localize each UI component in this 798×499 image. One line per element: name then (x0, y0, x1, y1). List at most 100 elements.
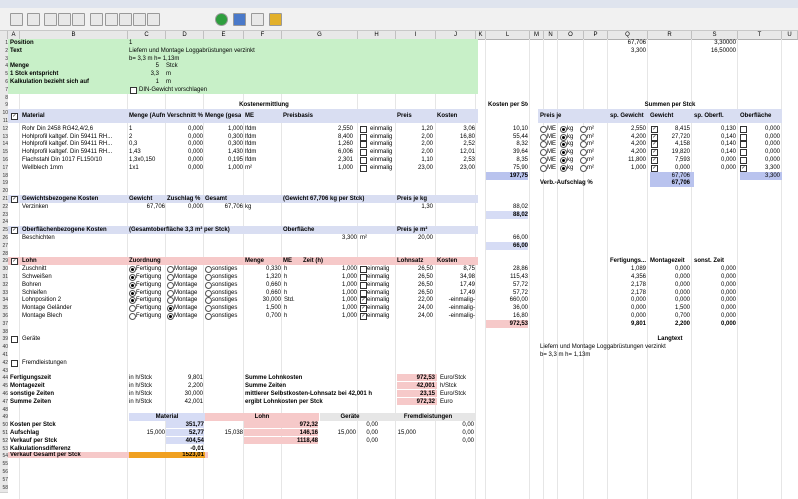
toolbar (0, 8, 798, 31)
kosten-per-stck-value: 10,10 (512, 125, 528, 132)
cut-icon[interactable] (44, 13, 57, 26)
column-header-T[interactable]: T (738, 31, 782, 40)
save-icon[interactable] (105, 13, 118, 26)
gewicht-checkbox[interactable]: ✓ (651, 125, 658, 133)
sonstiges-radio[interactable] (205, 266, 212, 274)
einmalig-checkbox[interactable] (360, 164, 367, 172)
gewicht-section-checkbox[interactable]: ✓ (11, 196, 18, 203)
summary-col-header: Lohn (254, 414, 270, 421)
fertigung-radio[interactable] (129, 297, 136, 305)
me-radio[interactable] (540, 141, 547, 149)
sonstiges-radio[interactable] (205, 274, 212, 281)
undo-icon[interactable] (72, 13, 85, 26)
kg-option-label: kg (567, 157, 574, 163)
me-radio[interactable] (540, 133, 547, 141)
fertigung-radio[interactable] (129, 266, 136, 274)
m2-radio[interactable] (580, 125, 587, 133)
material-cell: Flachstahl Din 1017 FL150/10 (22, 157, 103, 163)
gewicht-checkbox[interactable]: ✓ (651, 149, 658, 157)
montage-radio[interactable] (167, 281, 174, 289)
geraete-checkbox[interactable] (11, 336, 18, 344)
fertigung-label: Fertigung (136, 274, 162, 280)
column-header-U[interactable]: U (782, 31, 798, 40)
kg-radio[interactable] (560, 133, 567, 141)
montage-radio[interactable] (167, 313, 174, 320)
montage-radio[interactable] (167, 266, 174, 274)
m2-radio[interactable] (580, 141, 587, 149)
me-radio[interactable] (540, 149, 547, 157)
einmalig-checkbox[interactable]: ✓ (360, 313, 367, 320)
column-header-O[interactable]: O (558, 31, 584, 40)
fertigung-radio[interactable] (129, 289, 136, 297)
sonstiges-radio[interactable] (205, 281, 212, 289)
lohn-header: Lohn (22, 258, 37, 265)
gewicht-checkbox[interactable]: ✓ (651, 133, 658, 141)
lohn-section-checkbox[interactable]: ✓ (11, 258, 18, 266)
row-header[interactable]: 58 (0, 483, 8, 493)
einmalig-checkbox[interactable] (360, 289, 367, 297)
einmalig-checkbox[interactable] (360, 133, 367, 141)
paste-icon[interactable] (58, 13, 71, 26)
me-radio[interactable] (540, 157, 547, 164)
einmalig-checkbox[interactable] (360, 157, 367, 164)
format-icon[interactable] (147, 13, 160, 26)
gewicht-checkbox[interactable]: ✓ (651, 157, 658, 164)
montage-radio[interactable] (167, 289, 174, 297)
kg-radio[interactable] (560, 141, 567, 149)
column-header-P[interactable]: P (584, 31, 608, 40)
gewicht-cell: kg (245, 203, 252, 210)
oberfl-section-checkbox[interactable]: ✓ (11, 227, 18, 235)
column-header-R[interactable]: R (648, 31, 692, 40)
fertigung-radio[interactable] (129, 305, 136, 313)
montage-radio[interactable] (167, 305, 174, 313)
fertigung-radio[interactable] (129, 274, 136, 281)
fertigung-radio[interactable] (129, 313, 136, 320)
me-radio[interactable] (540, 164, 547, 172)
redo-icon[interactable] (90, 13, 103, 26)
einmalig-checkbox[interactable] (360, 125, 367, 133)
gewicht-checkbox[interactable]: ✓ (651, 141, 658, 149)
kg-radio[interactable] (560, 157, 567, 164)
einmalig-checkbox[interactable] (360, 274, 367, 281)
einmalig-checkbox[interactable] (360, 141, 367, 149)
einmalig-checkbox[interactable]: ✓ (360, 297, 367, 305)
m2-radio[interactable] (580, 164, 587, 172)
material-checkbox[interactable]: ✓ (11, 113, 18, 121)
me-radio[interactable] (540, 125, 547, 133)
kg-radio[interactable] (560, 164, 567, 172)
kg-radio[interactable] (560, 149, 567, 157)
m2-radio[interactable] (580, 149, 587, 157)
sonstiges-radio[interactable] (205, 305, 212, 313)
sonstiges-radio[interactable] (205, 297, 212, 305)
grid-icon[interactable] (119, 13, 132, 26)
print-icon[interactable] (10, 13, 23, 26)
copy-icon[interactable] (27, 13, 40, 26)
einmalig-checkbox[interactable] (360, 266, 367, 274)
lohn-cell: 8,75 (463, 266, 475, 273)
einmalig-checkbox[interactable] (360, 149, 367, 157)
material-cell: 1x1 (129, 164, 139, 171)
einmalig-checkbox[interactable]: ✓ (360, 305, 367, 313)
einmalig-checkbox[interactable] (360, 281, 367, 289)
color-icon[interactable] (269, 13, 282, 26)
m2-radio[interactable] (580, 133, 587, 141)
summary-cell: 351,77 (185, 422, 204, 429)
montage-radio[interactable] (167, 297, 174, 305)
fremd-checkbox[interactable] (11, 359, 18, 367)
din-weight-checkbox[interactable] (130, 86, 137, 94)
montage-radio[interactable] (167, 274, 174, 281)
fertigung-radio[interactable] (129, 281, 136, 289)
sonstiges-radio[interactable] (205, 289, 212, 297)
calc-icon[interactable] (233, 13, 246, 26)
m2-radio[interactable] (580, 157, 587, 164)
column-header-L[interactable]: L (486, 31, 530, 40)
column-header-N[interactable]: N (544, 31, 558, 40)
material-cell: 0,000 (187, 149, 203, 156)
table-icon[interactable] (133, 13, 146, 26)
kg-radio[interactable] (560, 125, 567, 133)
sonstiges-radio[interactable] (205, 313, 212, 320)
summen-cell: 0,000 (720, 157, 736, 163)
refresh-icon[interactable] (215, 13, 228, 26)
column-header-M[interactable]: M (530, 31, 544, 40)
tools-icon[interactable] (251, 13, 264, 26)
